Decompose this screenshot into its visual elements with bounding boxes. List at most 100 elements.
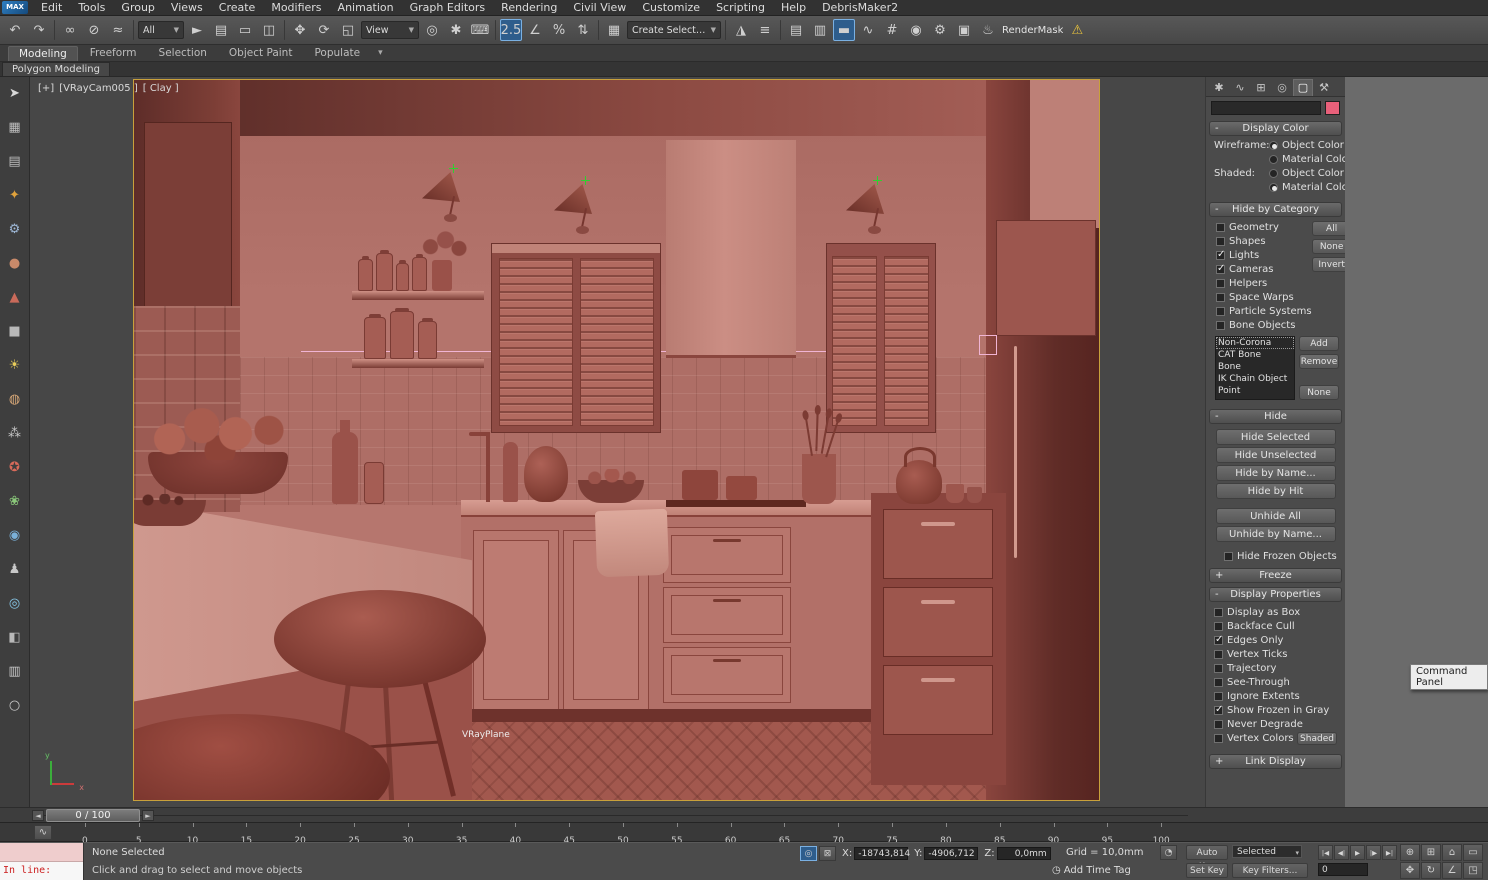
keyboard-override-icon[interactable]: ⌨ (469, 19, 491, 41)
time-slider-prev-arrow[interactable]: ◄ (32, 810, 44, 821)
go-to-end-button[interactable]: ▶| (1382, 845, 1397, 860)
select-and-scale-icon[interactable]: ◱ (337, 19, 359, 41)
tab-freeform[interactable]: Freeform (80, 46, 147, 61)
all-button[interactable]: All (1312, 221, 1345, 236)
spinner-snap-icon[interactable]: ⇅ (572, 19, 594, 41)
hide-by-name-button[interactable]: Hide by Name... (1216, 465, 1336, 481)
previous-frame-button[interactable]: ◀| (1334, 845, 1349, 860)
remove-button[interactable]: Remove (1299, 354, 1339, 369)
maximize-viewport-icon[interactable]: ◳ (1463, 862, 1483, 879)
selection-lock-toggle[interactable]: ⊠ (819, 846, 836, 861)
modify-tab-icon[interactable]: ∿ (1230, 79, 1250, 96)
time-slider-handle[interactable]: 0 / 100 (46, 809, 140, 822)
checkbox-display-as-box[interactable]: Display as Box (1209, 605, 1342, 619)
ribbon-minimize-caret[interactable]: ▾ (372, 46, 389, 61)
menu-item[interactable]: Edit (33, 0, 70, 15)
viewport-general-menu[interactable]: [+] (38, 83, 54, 94)
adaptive-degradation-toggle[interactable]: ◔ (1160, 845, 1177, 860)
gear-tool-icon[interactable]: ⚙ (5, 219, 25, 239)
rendered-frame-icon[interactable]: ▣ (953, 19, 975, 41)
light-tool-icon[interactable]: ☀ (5, 355, 25, 375)
tab-selection[interactable]: Selection (149, 46, 217, 61)
macro-recorder-row[interactable] (0, 843, 83, 862)
edit-named-selection-sets-icon[interactable]: ▦ (603, 19, 625, 41)
use-pivot-center-icon[interactable]: ◎ (421, 19, 443, 41)
object-name-field[interactable] (1211, 101, 1321, 115)
invert-button[interactable]: Invert (1312, 257, 1345, 272)
scatter-tool-icon[interactable]: ⁂ (5, 423, 25, 443)
toolbar-icon[interactable] (495, 20, 496, 40)
render-production-icon[interactable]: ♨ (977, 19, 999, 41)
list-item[interactable]: Bone (1216, 361, 1294, 373)
checkbox-ignore-extents[interactable]: Ignore Extents (1209, 689, 1342, 703)
checkbox-never-degrade[interactable]: Never Degrade (1209, 717, 1342, 731)
wireframe-color-radio[interactable]: Object Color (1269, 139, 1340, 152)
none-button[interactable]: None (1312, 239, 1345, 254)
render-setup-icon[interactable]: ⚙ (929, 19, 951, 41)
isolate-selection-toggle[interactable]: ◎ (800, 846, 817, 861)
mini-curve-editor-button[interactable]: ∿ (34, 825, 52, 840)
sheet-tool-icon[interactable]: ▥ (5, 661, 25, 681)
pan-icon[interactable]: ✥ (1400, 862, 1420, 879)
tab-modeling[interactable]: Modeling (8, 46, 78, 61)
menu-item[interactable]: Views (163, 0, 211, 15)
vertex-colors-checkbox[interactable]: Vertex ColorsShaded (1209, 731, 1342, 745)
hierarchy-tab-icon[interactable]: ⊞ (1251, 79, 1271, 96)
menu-item[interactable]: Customize (634, 0, 708, 15)
tab-populate[interactable]: Populate (304, 46, 370, 61)
menu-item[interactable]: Scripting (708, 0, 773, 15)
orbit-icon[interactable]: ↻ (1421, 862, 1441, 879)
zoom-region-icon[interactable]: ▭ (1463, 844, 1483, 861)
zoom-icon[interactable]: ⊕ (1400, 844, 1420, 861)
sphere-tool-icon[interactable]: ● (5, 253, 25, 273)
mirror-icon[interactable]: ◮ (730, 19, 752, 41)
checkbox-shapes[interactable]: Shapes (1211, 234, 1312, 248)
warning-icon[interactable]: ⚠ (1066, 19, 1088, 41)
water-tool-icon[interactable]: ◉ (5, 525, 25, 545)
list-none-button[interactable]: None (1299, 385, 1339, 400)
select-tool-icon[interactable]: ➤ (5, 83, 25, 103)
grid-tool-icon[interactable]: ▤ (5, 151, 25, 171)
hide-unselected-button[interactable]: Hide Unselected (1216, 447, 1336, 463)
rollout-header-display-properties[interactable]: -Display Properties (1209, 587, 1342, 602)
toolbar-icon[interactable] (133, 20, 134, 40)
utilities-tab-icon[interactable]: ⚒ (1314, 79, 1334, 96)
hide-frozen-objects-checkbox[interactable]: Hide Frozen Objects (1219, 549, 1342, 563)
menu-item[interactable]: Tools (70, 0, 113, 15)
auto-key-button[interactable]: Auto Key (1186, 845, 1228, 860)
toolbar-icon[interactable] (725, 20, 726, 40)
window-crossing-icon[interactable]: ◫ (258, 19, 280, 41)
motion-tab-icon[interactable]: ◎ (1272, 79, 1292, 96)
rollout-header-hide-by-category[interactable]: -Hide by Category (1209, 202, 1342, 217)
selection-filter-dropdown[interactable]: All▼ (138, 21, 184, 39)
ribbon-toggle-icon[interactable]: ▬ (833, 19, 855, 41)
unhide-by-name-button[interactable]: Unhide by Name... (1216, 526, 1336, 542)
create-tab-icon[interactable]: ✱ (1209, 79, 1229, 96)
rendermask-label[interactable]: RenderMask (1001, 19, 1064, 41)
select-by-name-icon[interactable]: ▤ (210, 19, 232, 41)
x-coordinate-field[interactable]: -18743,814 (854, 847, 908, 860)
snaps-toggle-icon[interactable]: 2.5 (500, 19, 522, 41)
select-and-link-icon[interactable]: ∞ (59, 19, 81, 41)
checkbox-bone-objects[interactable]: Bone Objects (1211, 318, 1312, 332)
hide-by-hit-button[interactable]: Hide by Hit (1216, 483, 1336, 499)
select-and-move-icon[interactable]: ✥ (289, 19, 311, 41)
checkbox-lights[interactable]: Lights (1211, 248, 1312, 262)
y-coordinate-field[interactable]: -4906,712 (924, 847, 978, 860)
rollout-header-display-color[interactable]: -Display Color (1209, 121, 1342, 136)
tab-object-paint[interactable]: Object Paint (219, 46, 303, 61)
shaded-button[interactable]: Shaded (1297, 732, 1337, 745)
toolbar-icon[interactable] (780, 20, 781, 40)
time-slider-next-arrow[interactable]: ► (142, 810, 154, 821)
display-tab-icon[interactable]: ▢ (1293, 79, 1313, 96)
spark-tool-icon[interactable]: ✦ (5, 185, 25, 205)
percent-snap-icon[interactable]: % (548, 19, 570, 41)
checkbox-particle-systems[interactable]: Particle Systems (1211, 304, 1312, 318)
category-exclude-list[interactable]: Non-CoronaCAT BoneBoneIK Chain ObjectPoi… (1215, 336, 1295, 400)
named-selection-dropdown[interactable]: Create Selection Se▼ (627, 21, 721, 39)
keyable-selected-dropdown[interactable]: Selected▾ (1232, 845, 1302, 858)
menu-item[interactable]: Civil View (565, 0, 634, 15)
wireframe-color-radio[interactable]: Material Color (1269, 153, 1340, 166)
select-object-icon[interactable]: ► (186, 19, 208, 41)
rollout-header-freeze[interactable]: +Freeze (1209, 568, 1342, 583)
